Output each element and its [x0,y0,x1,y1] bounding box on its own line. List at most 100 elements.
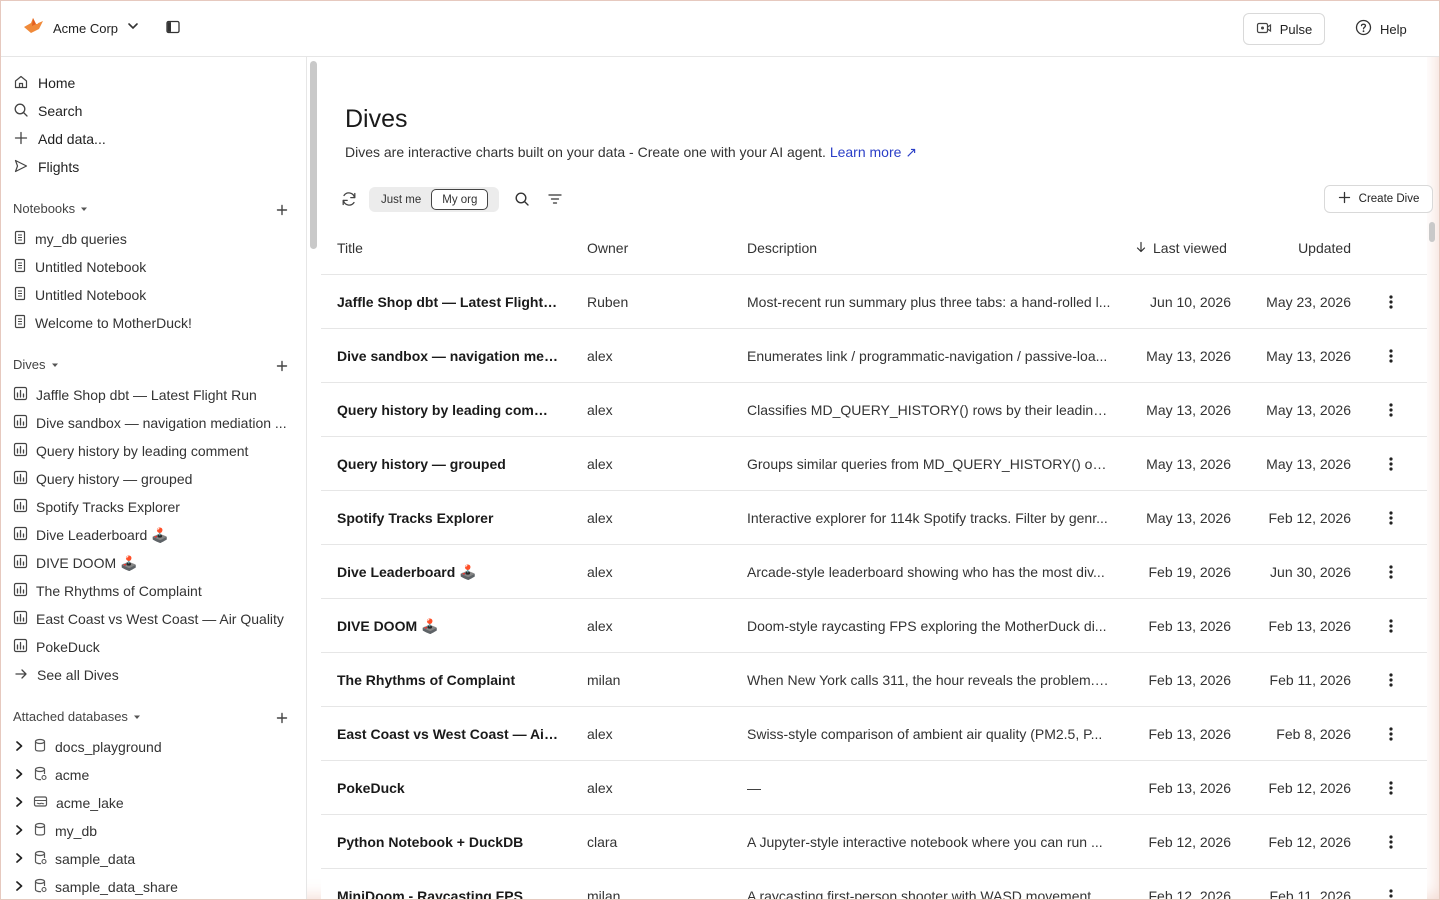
row-title: East Coast vs West Coast — Air ... [337,726,559,742]
dive-item[interactable]: PokeDuck [13,636,100,658]
nav-flights[interactable]: Flights [13,156,79,178]
notebook-item[interactable]: Welcome to MotherDuck! [13,312,192,334]
dive-item[interactable]: Jaffle Shop dbt — Latest Flight Run [13,384,257,406]
database-item[interactable]: sample_data [13,848,135,870]
chevron-right-icon[interactable] [13,851,25,867]
row-description: Groups similar queries from MD_QUERY_HIS… [747,456,1111,472]
arrow-right-icon [13,666,29,685]
notebooks-section-header[interactable]: Notebooks [13,201,88,216]
dive-item[interactable]: The Rhythms of Complaint [13,580,202,602]
database-item[interactable]: my_db [13,820,97,842]
pulse-label: Pulse [1279,21,1313,37]
chevron-right-icon[interactable] [13,767,25,783]
table-row[interactable]: Query history by leading comment alex Clas… [321,383,1427,437]
more-options-icon[interactable] [1382,618,1400,634]
table-row[interactable]: The Rhythms of Complaint milan When New Yo… [321,653,1427,707]
search-icon[interactable] [514,191,530,207]
column-updated[interactable]: Updated [1231,240,1351,256]
dive-item[interactable]: Spotify Tracks Explorer [13,496,180,518]
add-dive-button[interactable] [274,358,290,374]
dive-item[interactable]: Query history by leading comment [13,440,248,462]
dives-section-header[interactable]: Dives [13,357,59,372]
row-title: MiniDoom - Raycasting FPS [337,888,523,900]
dives-heading: Dives [13,357,46,372]
more-options-icon[interactable] [1382,456,1400,472]
row-description: A raycasting first-person shooter with W… [747,888,1103,900]
table-row[interactable]: East Coast vs West Coast — Air ... alex Sw… [321,707,1427,761]
column-owner[interactable]: Owner [587,240,628,256]
table-row[interactable]: Dive Leaderboard 🕹️ alex Arcade-style lead… [321,545,1427,599]
filter-icon[interactable] [547,191,563,207]
row-owner: Ruben [587,294,629,310]
more-options-icon[interactable] [1382,510,1400,526]
more-options-icon[interactable] [1382,726,1400,742]
table-row[interactable]: Dive sandbox — navigation medi... alex Enu… [321,329,1427,383]
database-item[interactable]: acme [13,764,89,786]
dive-item[interactable]: Dive sandbox — navigation mediation ... [13,412,287,434]
top-bar: Acme Corp Pulse Help [1,1,1439,57]
row-updated: May 13, 2026 [1266,456,1351,472]
dive-item[interactable]: DIVE DOOM 🕹️ [13,552,137,574]
add-notebook-button[interactable] [274,202,290,218]
column-last-viewed[interactable]: Last viewed [1135,240,1227,256]
chart-icon [13,498,28,516]
chart-icon [13,582,28,600]
table-row[interactable]: Jaffle Shop dbt — Latest Flight R... Rube… [321,275,1427,329]
more-options-icon[interactable] [1382,780,1400,796]
table-row[interactable]: Python Notebook + DuckDB clara A Jupyter-s… [321,815,1427,869]
attach-database-button[interactable] [274,710,290,726]
more-options-icon[interactable] [1382,564,1400,580]
more-options-icon[interactable] [1382,348,1400,364]
chevron-right-icon[interactable] [13,795,25,811]
help-button[interactable]: Help [1347,13,1415,45]
filter-just-me[interactable]: Just me [371,189,431,210]
refresh-icon[interactable] [340,190,358,208]
nav-search[interactable]: Search [13,100,82,122]
column-description[interactable]: Description [747,240,817,256]
table-row[interactable]: Query history — grouped alex Groups simila… [321,437,1427,491]
more-options-icon[interactable] [1382,294,1400,310]
dive-item[interactable]: East Coast vs West Coast — Air Quality [13,608,284,630]
table-row[interactable]: DIVE DOOM 🕹️ alex Doom-style raycasting FP… [321,599,1427,653]
row-updated: Feb 8, 2026 [1276,726,1351,742]
create-dive-button[interactable]: Create Dive [1324,185,1433,213]
row-updated: Feb 11, 2026 [1269,888,1351,900]
sidebar-scrollbar[interactable] [310,61,317,249]
more-options-icon[interactable] [1382,672,1400,688]
column-title[interactable]: Title [337,240,363,256]
chevron-right-icon[interactable] [13,879,25,895]
more-options-icon[interactable] [1382,834,1400,850]
table-row[interactable]: MiniDoom - Raycasting FPS milan A raycasti… [321,869,1427,900]
caret-down-icon [133,709,141,724]
notebook-item[interactable]: Untitled Notebook [13,256,146,278]
table-row[interactable]: Spotify Tracks Explorer alex Interactive e… [321,491,1427,545]
row-description: Doom-style raycasting FPS exploring the … [747,618,1107,634]
notebook-item-label: Welcome to MotherDuck! [35,315,192,331]
nav-home[interactable]: Home [13,72,75,94]
sidebar-toggle-icon[interactable] [165,19,185,39]
see-all-dives-link[interactable]: See all Dives [13,664,119,686]
more-options-icon[interactable] [1382,888,1400,899]
databases-section-header[interactable]: Attached databases [13,709,141,724]
more-options-icon[interactable] [1382,402,1400,418]
chevron-right-icon[interactable] [13,739,25,755]
notebook-item[interactable]: my_db queries [13,228,127,250]
notebook-item[interactable]: Untitled Notebook [13,284,146,306]
table-row[interactable]: PokeDuck alex — Feb 13, 2026 Feb 12, 2026 [321,761,1427,815]
chart-icon [13,442,28,460]
database-item[interactable]: acme_lake [13,792,124,814]
main-scrollbar[interactable] [1429,222,1435,242]
org-switcher[interactable]: Acme Corp [21,15,140,42]
database-item[interactable]: sample_data_share [13,876,178,898]
dive-item[interactable]: Query history — grouped [13,468,192,490]
pulse-button[interactable]: Pulse [1243,13,1325,45]
chevron-right-icon[interactable] [13,823,25,839]
nav-add-data[interactable]: Add data... [13,128,106,150]
dive-item[interactable]: Dive Leaderboard 🕹️ [13,524,169,546]
database-item[interactable]: docs_playground [13,736,162,758]
filter-my-org[interactable]: My org [431,189,489,210]
learn-more-link[interactable]: Learn more ↗ [830,144,917,160]
row-last-viewed: Jun 10, 2026 [1150,294,1231,310]
notebook-icon [13,258,27,276]
nav-flights-label: Flights [38,159,80,175]
